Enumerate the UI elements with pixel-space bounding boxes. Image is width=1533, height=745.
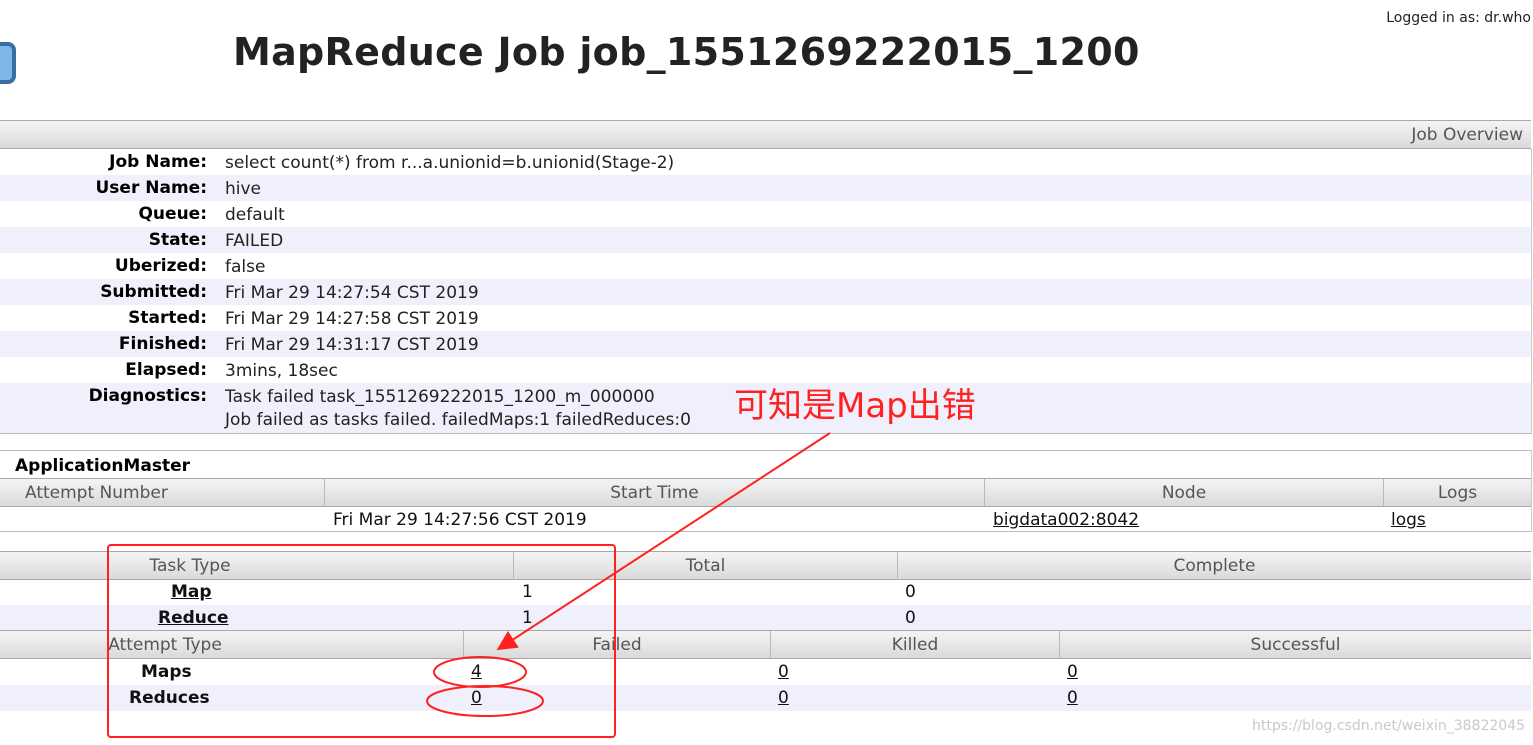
attempt-start-time: Fri Mar 29 14:27:56 CST 2019 bbox=[333, 510, 587, 530]
col-killed: Killed bbox=[891, 635, 939, 655]
application-master-header: Attempt Number Start Time Node Logs bbox=[0, 478, 1531, 507]
task-type-map-link[interactable]: Map bbox=[171, 582, 212, 602]
info-row-started: Started: Fri Mar 29 14:27:58 CST 2019 bbox=[0, 305, 1531, 331]
info-key: Diagnostics: bbox=[88, 386, 207, 406]
info-row-submitted: Submitted: Fri Mar 29 14:27:54 CST 2019 bbox=[0, 279, 1531, 305]
failed-maps-link[interactable]: 4 bbox=[471, 662, 482, 682]
diagnostics-line-1: Task failed task_1551269222015_1200_m_00… bbox=[225, 387, 655, 407]
info-key: Submitted: bbox=[100, 282, 207, 302]
info-key: Uberized: bbox=[114, 256, 207, 276]
info-value: hive bbox=[225, 179, 262, 199]
killed-reduces-link[interactable]: 0 bbox=[778, 688, 789, 708]
col-failed: Failed bbox=[592, 635, 642, 655]
failed-reduces-link[interactable]: 0 bbox=[471, 688, 482, 708]
attempt-row-maps: Maps 4 0 0 bbox=[0, 659, 1531, 685]
successful-reduces-link[interactable]: 0 bbox=[1067, 688, 1078, 708]
attempt-type: Reduces bbox=[129, 688, 210, 708]
info-row-job-name: Job Name: select count(*) from r...a.uni… bbox=[0, 149, 1531, 175]
task-complete: 0 bbox=[905, 608, 916, 628]
attempt-type: Maps bbox=[141, 662, 192, 682]
col-node[interactable]: Node bbox=[985, 483, 1383, 503]
task-row-reduce: Reduce 1 0 bbox=[0, 605, 1531, 631]
info-value: select count(*) from r...a.unionid=b.uni… bbox=[225, 153, 675, 173]
logs-link[interactable]: logs bbox=[1391, 510, 1426, 530]
col-task-type: Task Type bbox=[149, 556, 231, 576]
job-overview-header: Job Overview bbox=[0, 120, 1531, 149]
info-value: FAILED bbox=[225, 231, 284, 251]
info-key: Queue: bbox=[138, 204, 207, 224]
killed-maps-link[interactable]: 0 bbox=[778, 662, 789, 682]
info-value: false bbox=[225, 257, 266, 277]
task-total: 1 bbox=[522, 582, 533, 602]
hadoop-logo bbox=[0, 42, 16, 84]
info-row-queue: Queue: default bbox=[0, 201, 1531, 227]
successful-maps-link[interactable]: 0 bbox=[1067, 662, 1078, 682]
task-row-map: Map 1 0 bbox=[0, 579, 1531, 605]
diagnostics-line-2: Job failed as tasks failed. failedMaps:1… bbox=[225, 410, 691, 430]
col-attempt-number[interactable]: Attempt Number bbox=[25, 483, 168, 503]
watermark: https://blog.csdn.net/weixin_38822045 bbox=[1251, 718, 1525, 734]
task-complete: 0 bbox=[905, 582, 916, 602]
logged-in-user: Logged in as: dr.who bbox=[1386, 10, 1531, 26]
info-row-uberized: Uberized: false bbox=[0, 253, 1531, 279]
info-value: Fri Mar 29 14:31:17 CST 2019 bbox=[225, 335, 479, 355]
info-key: Job Name: bbox=[109, 152, 207, 172]
application-master-title: ApplicationMaster bbox=[15, 456, 190, 476]
col-complete: Complete bbox=[1173, 556, 1256, 576]
job-overview-label: Job Overview bbox=[1411, 125, 1523, 145]
task-summary-header: Task Type Total Complete bbox=[0, 551, 1531, 580]
info-key: State: bbox=[148, 230, 207, 250]
info-row-state: State: FAILED bbox=[0, 227, 1531, 253]
attempt-summary-header: Attempt Type Failed Killed Successful bbox=[0, 630, 1531, 659]
info-row-user-name: User Name: hive bbox=[0, 175, 1531, 201]
info-key: Elapsed: bbox=[125, 360, 207, 380]
info-value: Fri Mar 29 14:27:54 CST 2019 bbox=[225, 283, 479, 303]
info-key: Finished: bbox=[118, 334, 207, 354]
col-attempt-type: Attempt Type bbox=[108, 635, 222, 655]
col-logs[interactable]: Logs bbox=[1384, 483, 1531, 503]
page-title: MapReduce Job job_1551269222015_1200 bbox=[233, 30, 1140, 74]
info-value: Fri Mar 29 14:27:58 CST 2019 bbox=[225, 309, 479, 329]
task-total: 1 bbox=[522, 608, 533, 628]
col-successful: Successful bbox=[1250, 635, 1341, 655]
info-value: default bbox=[225, 205, 285, 225]
col-total: Total bbox=[685, 556, 726, 576]
task-type-reduce-link[interactable]: Reduce bbox=[158, 608, 229, 628]
attempt-row-reduces: Reduces 0 0 0 bbox=[0, 685, 1531, 711]
info-key: Started: bbox=[128, 308, 207, 328]
info-key: User Name: bbox=[95, 178, 208, 198]
info-value: 3mins, 18sec bbox=[225, 361, 338, 381]
info-row-finished: Finished: Fri Mar 29 14:31:17 CST 2019 bbox=[0, 331, 1531, 357]
diagnostics-value: Task failed task_1551269222015_1200_m_00… bbox=[225, 386, 691, 432]
annotation-note: 可知是Map出错 bbox=[734, 386, 976, 426]
col-start-time[interactable]: Start Time bbox=[325, 483, 984, 503]
node-link[interactable]: bigdata002:8042 bbox=[993, 510, 1139, 530]
